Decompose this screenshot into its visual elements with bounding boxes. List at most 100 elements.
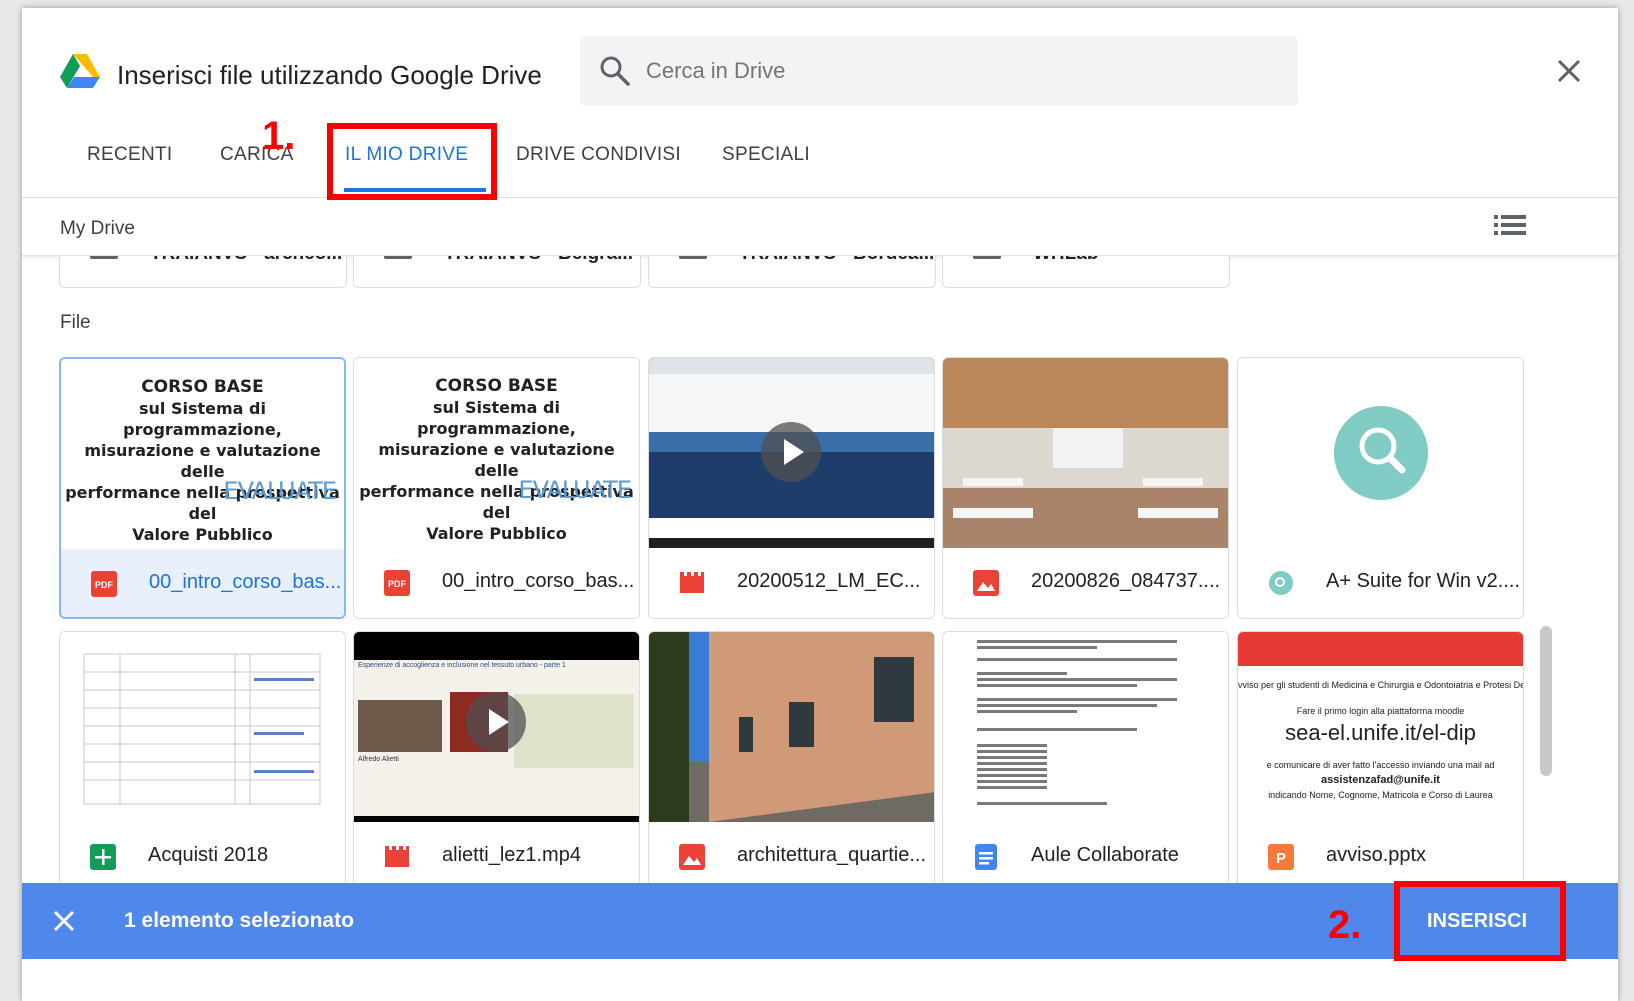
folder-item[interactable]: TRAIANVS - Bordea... (648, 256, 936, 288)
thumb-text: sul Sistema di programmazione, (123, 399, 282, 439)
file-thumbnail: CORSO BASE sul Sistema di programmazione… (354, 358, 639, 548)
file-card[interactable]: Esperienze di accoglienza e inclusione n… (353, 631, 640, 893)
search-input[interactable] (646, 58, 1246, 84)
video-thumbnail: Esperienze di accoglienza e inclusione n… (354, 632, 639, 822)
slides-thumbnail: vviso per gli studenti di Medicina e Chi… (1238, 632, 1523, 822)
google-drive-logo (60, 54, 100, 88)
image-thumbnail (943, 358, 1228, 548)
play-icon (761, 422, 821, 482)
document-preview (977, 640, 1177, 805)
slide-url: sea-el.unife.it/el-dip (1285, 720, 1476, 745)
folder-name: WHLab (1033, 256, 1098, 265)
scrollbar-thumb[interactable] (1540, 626, 1552, 776)
file-card[interactable]: CORSO BASE sul Sistema di programmazione… (353, 357, 640, 619)
file-card[interactable]: 20200512_LM_EC... (648, 357, 935, 619)
folder-name: TRAIANVS - archeo... (150, 256, 342, 265)
video-thumbnail (649, 358, 934, 548)
thumb-heading: CORSO BASE (435, 376, 558, 396)
section-label-file: File (60, 312, 91, 333)
file-card[interactable]: Acquisti 2018 (59, 631, 346, 893)
document-thumbnail (943, 632, 1228, 822)
file-name: Acquisti 2018 (148, 844, 269, 866)
annotation-label-step2: 2. (1328, 903, 1362, 947)
folder-shared-icon (90, 256, 118, 259)
folder-item[interactable]: WHLab (942, 256, 1230, 288)
svg-text:PDF: PDF (95, 580, 114, 590)
image-file-icon (973, 570, 999, 596)
file-name: alietti_lez1.mp4 (442, 844, 581, 866)
file-card[interactable]: vviso per gli studenti di Medicina e Chi… (1237, 631, 1524, 893)
annotation-box-step2 (1394, 881, 1566, 961)
folder-shared-icon (384, 256, 412, 259)
thumb-watermark: EVALUATE (223, 477, 337, 505)
annotation-box-step1 (327, 123, 497, 200)
selection-count: 1 elemento selezionato (124, 909, 354, 932)
thumb-heading: CORSO BASE (141, 377, 264, 397)
folder-shared-icon (679, 256, 707, 259)
image-file-icon (679, 844, 705, 870)
building-photo (649, 632, 934, 822)
file-name: 20200826_084737.... (1031, 570, 1221, 592)
slide-text: Fare il primo login alla piattaforma moo… (1296, 706, 1465, 716)
dialog-title: Inserisci file utilizzando Google Drive (117, 60, 542, 90)
pdf-icon: PDF (91, 571, 117, 597)
document-icon (975, 844, 997, 870)
file-thumbnail: CORSO BASE sul Sistema di programmazione… (61, 359, 344, 549)
slides-icon: P (1268, 844, 1294, 870)
thumb-text: Valore Pubblico (426, 524, 567, 543)
picker-dialog: Inserisci file utilizzando Google Drive … (22, 8, 1618, 1001)
thumb-text: misurazione e valutazione delle (84, 441, 321, 481)
spreadsheet-preview (83, 653, 321, 805)
file-name: 20200512_LM_EC... (737, 570, 921, 592)
file-card[interactable]: architettura_quartie... (648, 631, 935, 893)
file-name: avviso.pptx (1326, 844, 1427, 866)
dialog-header: Inserisci file utilizzando Google Drive … (22, 8, 1618, 200)
annotation-label-step1: 1. (262, 114, 296, 158)
search-icon (600, 56, 630, 86)
file-name: A+ Suite for Win v2.... (1326, 570, 1520, 592)
folder-shared-icon (973, 256, 1001, 259)
file-name: Aule Collaborate (1031, 844, 1179, 866)
breadcrumb[interactable]: My Drive (60, 218, 135, 240)
spreadsheet-thumbnail (60, 632, 345, 822)
list-view-icon[interactable] (1492, 211, 1528, 241)
tab-recenti[interactable]: RECENTI (87, 144, 173, 166)
slide-text: vviso per gli studenti di Medicina e Chi… (1238, 680, 1523, 690)
file-name: 00_intro_corso_bas... (442, 570, 635, 592)
thumb-watermark: EVALUATE (518, 476, 632, 504)
folder-item[interactable]: TRAIANVS - Belgra... (353, 256, 641, 288)
thumb-text: misurazione e valutazione delle (378, 440, 615, 480)
app-file-icon (1269, 571, 1293, 595)
play-icon (466, 692, 526, 752)
spreadsheet-icon (90, 844, 116, 870)
tab-speciali[interactable]: SPECIALI (722, 144, 810, 166)
file-card[interactable]: A+ Suite for Win v2.... (1237, 357, 1524, 619)
folder-item[interactable]: TRAIANVS - archeo... (59, 256, 347, 288)
file-name: 00_intro_corso_bas... (149, 571, 342, 593)
video-file-icon (385, 846, 409, 867)
slide-email: assistenzafad@unife.it (1321, 774, 1440, 786)
close-icon[interactable] (1552, 54, 1586, 88)
folder-name: TRAIANVS - Bordea... (739, 256, 934, 265)
magnifier-logo-icon (1334, 406, 1428, 500)
video-file-icon (680, 572, 704, 593)
thumb-text: sul Sistema di programmazione, (417, 398, 576, 438)
file-card[interactable]: CORSO BASE sul Sistema di programmazione… (59, 357, 346, 619)
tab-drive-condivisi[interactable]: DRIVE CONDIVISI (516, 144, 681, 166)
image-thumbnail (649, 632, 934, 822)
folder-name: TRAIANVS - Belgra... (444, 256, 633, 265)
thumb-speaker: Alfredo Alietti (358, 756, 399, 763)
svg-text:P: P (1276, 850, 1286, 867)
classroom-photo (943, 358, 1228, 548)
search-box[interactable] (580, 36, 1298, 106)
file-card[interactable]: Aule Collaborate (942, 631, 1229, 893)
thumb-text: Valore Pubblico (132, 525, 273, 544)
pdf-icon: PDF (384, 570, 410, 596)
svg-text:PDF: PDF (388, 579, 407, 589)
app-thumbnail (1238, 358, 1523, 548)
thumb-caption: Esperienze di accoglienza e inclusione n… (358, 662, 566, 669)
slide-text: indicando Nome, Cognome, Matricola e Cor… (1268, 790, 1493, 800)
file-grid-area: TRAIANVS - archeo... TRAIANVS - Belgra..… (22, 256, 1618, 896)
close-selection-icon[interactable] (52, 909, 76, 933)
file-card[interactable]: 20200826_084737.... (942, 357, 1229, 619)
